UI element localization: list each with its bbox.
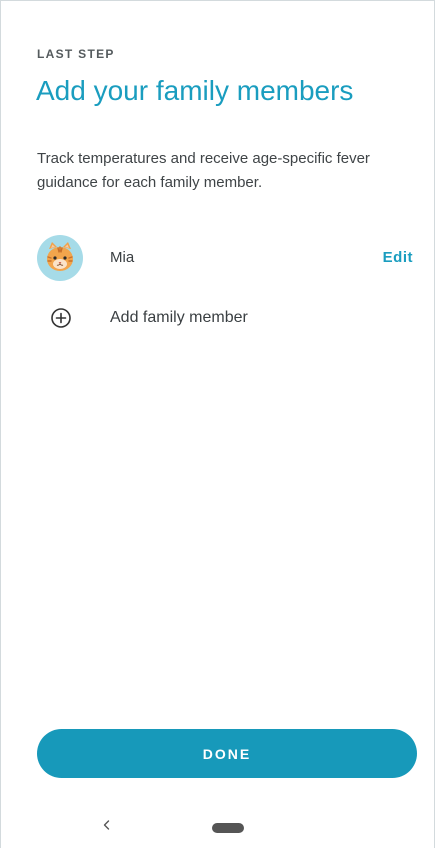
page-subtitle: Track temperatures and receive age-speci… — [37, 150, 370, 191]
edit-member-button[interactable]: Edit — [383, 249, 413, 266]
add-family-member-button[interactable]: Add family member — [37, 299, 417, 339]
step-label: LAST STEP — [37, 47, 115, 61]
plus-circle-icon — [50, 307, 72, 329]
page-title: Add your family members — [36, 75, 354, 106]
system-navigation-bar — [1, 801, 434, 848]
home-pill-icon[interactable] — [212, 823, 244, 833]
add-family-member-label: Add family member — [110, 309, 248, 326]
tiger-cat-avatar-icon — [37, 235, 83, 281]
family-member-row[interactable]: Mia Edit — [37, 235, 417, 283]
onboarding-screen: LAST STEP Add your family members Track … — [1, 1, 434, 848]
chevron-left-icon[interactable] — [99, 817, 115, 833]
done-button[interactable]: DONE — [37, 729, 417, 778]
member-name: Mia — [110, 249, 135, 266]
